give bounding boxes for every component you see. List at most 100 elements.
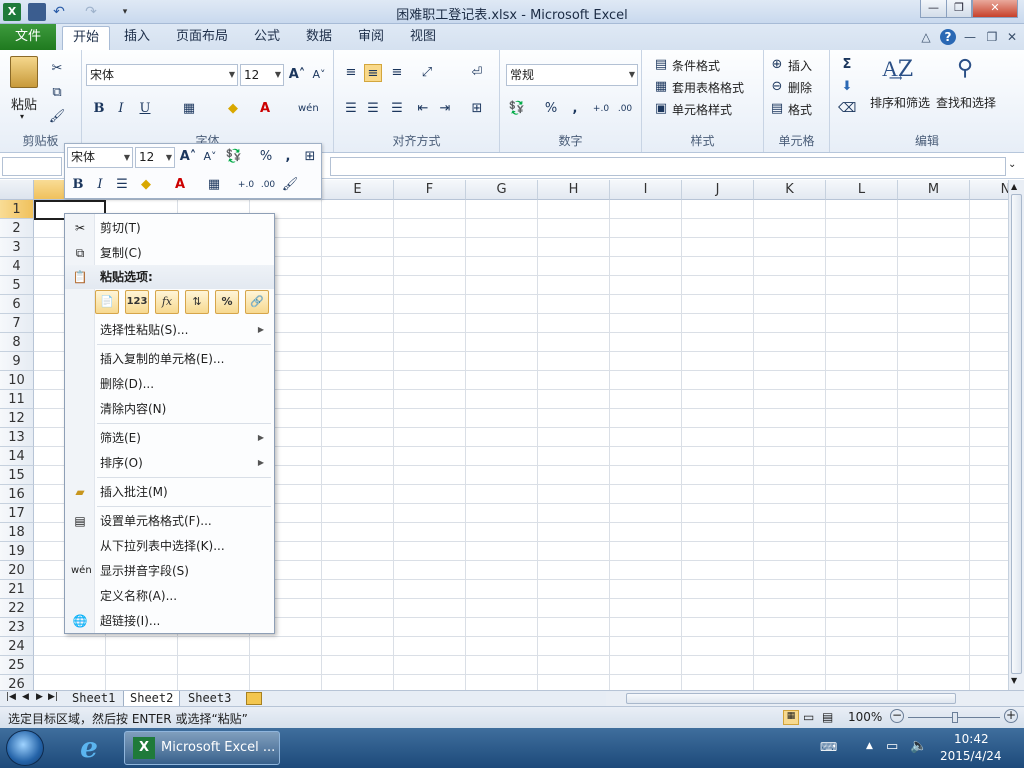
scroll-thumb[interactable] — [1011, 194, 1022, 674]
column-header[interactable]: I — [610, 180, 682, 200]
row-header[interactable]: 1 — [0, 200, 34, 219]
doc-minimize-icon[interactable]: — — [962, 29, 978, 45]
phonetic-icon[interactable]: wén — [298, 100, 319, 118]
paste-dropdown-icon[interactable]: ▾ — [20, 112, 24, 121]
align-center-icon[interactable]: ☰ — [364, 100, 382, 118]
autosum-icon[interactable]: Σ — [838, 56, 856, 74]
help-icon[interactable]: ? — [940, 29, 956, 45]
mini-fill-color-icon[interactable]: ◆ — [137, 176, 155, 194]
increase-decimal-icon[interactable]: +.0 — [592, 100, 610, 118]
start-button[interactable] — [6, 730, 44, 766]
tab-formulas[interactable]: 公式 — [244, 26, 290, 50]
row-header[interactable]: 20 — [0, 561, 34, 580]
formula-input[interactable] — [330, 157, 1006, 176]
column-header[interactable]: K — [754, 180, 826, 200]
percent-icon[interactable]: % — [542, 100, 560, 118]
mini-decrease-decimal-icon[interactable]: .00 — [259, 176, 277, 194]
first-sheet-icon[interactable]: |◀ — [6, 692, 16, 702]
increase-indent-icon[interactable]: ⇥ — [436, 100, 454, 118]
clock-time[interactable]: 10:42 — [954, 732, 989, 746]
row-header[interactable]: 16 — [0, 485, 34, 504]
row-header[interactable]: 18 — [0, 523, 34, 542]
hscroll-thumb[interactable] — [626, 693, 956, 704]
menu-item-delete[interactable]: 删除(D)... — [65, 372, 274, 396]
menu-item-cut[interactable]: ✂ 剪切(T) — [65, 216, 274, 240]
zoom-level[interactable]: 100% — [848, 710, 882, 724]
menu-item-insert-copied[interactable]: 插入复制的单元格(E)... — [65, 347, 274, 371]
shrink-font-icon[interactable]: A˅ — [310, 66, 328, 84]
orientation-icon[interactable]: ⤢ — [418, 64, 436, 82]
underline-icon[interactable]: U — [136, 100, 154, 118]
find-select-icon[interactable]: ⚲ — [950, 56, 980, 86]
close-button[interactable]: ✕ — [972, 0, 1018, 18]
row-header[interactable]: 5 — [0, 276, 34, 295]
align-top-icon[interactable]: ≡ — [342, 64, 360, 82]
row-header[interactable]: 23 — [0, 618, 34, 637]
row-header[interactable]: 13 — [0, 428, 34, 447]
row-header[interactable]: 9 — [0, 352, 34, 371]
comma-style-icon[interactable]: , — [566, 100, 584, 118]
row-header[interactable]: 19 — [0, 542, 34, 561]
show-hidden-icons[interactable]: ▲ — [866, 741, 873, 751]
accounting-format-icon[interactable]: 💱 — [508, 100, 526, 118]
volume-icon[interactable]: 🔈 — [910, 738, 927, 754]
mini-size-combo[interactable]: 12 ▼ — [135, 147, 175, 168]
row-header[interactable]: 22 — [0, 599, 34, 618]
align-middle-icon[interactable]: ≡ — [364, 64, 382, 82]
tab-view[interactable]: 视图 — [400, 26, 446, 50]
sort-filter-button[interactable]: 排序和筛选 — [870, 94, 930, 111]
normal-view-icon[interactable]: ▦ — [783, 710, 799, 725]
menu-item-filter[interactable]: 筛选(E) ▶ — [65, 426, 274, 450]
mini-percent-icon[interactable]: % — [257, 148, 275, 166]
menu-item-phonetic[interactable]: wén 显示拼音字段(S) — [65, 559, 274, 583]
menu-item-format-cells[interactable]: ▤ 设置单元格格式(F)... — [65, 509, 274, 533]
row-header[interactable]: 3 — [0, 238, 34, 257]
conditional-format-button[interactable]: 条件格式 — [672, 57, 720, 74]
paste-option-values[interactable]: 123 — [125, 290, 149, 314]
row-header[interactable]: 11 — [0, 390, 34, 409]
row-header[interactable]: 25 — [0, 656, 34, 675]
paste-button[interactable]: 粘贴 — [11, 94, 37, 113]
tab-review[interactable]: 审阅 — [348, 26, 394, 50]
align-right-icon[interactable]: ☰ — [388, 100, 406, 118]
horizontal-scrollbar[interactable] — [606, 692, 1000, 706]
internet-explorer-icon[interactable]: e — [72, 732, 106, 764]
mini-font-color-icon[interactable]: A — [171, 176, 189, 194]
align-left-icon[interactable]: ☰ — [342, 100, 360, 118]
sort-filter-icon[interactable]: A͢Z — [882, 56, 913, 86]
row-header[interactable]: 21 — [0, 580, 34, 599]
tab-home[interactable]: 开始 — [62, 26, 111, 50]
mini-comma-icon[interactable]: , — [279, 148, 297, 166]
next-sheet-icon[interactable]: ▶ — [36, 692, 43, 702]
align-bottom-icon[interactable]: ≡ — [388, 64, 406, 82]
menu-item-insert-comment[interactable]: ▰ 插入批注(M) — [65, 480, 274, 504]
row-header[interactable]: 14 — [0, 447, 34, 466]
expand-formula-bar-icon[interactable]: ⌄ — [1008, 159, 1016, 170]
zoom-out-icon[interactable]: − — [890, 709, 904, 723]
menu-item-paste-special[interactable]: 选择性粘贴(S)... ▶ — [65, 318, 274, 342]
tab-data[interactable]: 数据 — [296, 26, 342, 50]
number-format-combo[interactable]: 常规 ▼ — [506, 64, 638, 86]
paste-option-paste[interactable]: 📄 — [95, 290, 119, 314]
mini-bold-icon[interactable]: B — [69, 176, 87, 194]
scroll-down-icon[interactable]: ▼ — [1011, 676, 1017, 685]
decrease-indent-icon[interactable]: ⇤ — [414, 100, 432, 118]
column-header[interactable]: F — [394, 180, 466, 200]
menu-item-clear[interactable]: 清除内容(N) — [65, 397, 274, 421]
row-header[interactable]: 4 — [0, 257, 34, 276]
prev-sheet-icon[interactable]: ◀ — [22, 692, 29, 702]
network-icon[interactable]: ▭ — [886, 739, 898, 754]
restore-button[interactable]: ❐ — [946, 0, 972, 18]
cell-styles-button[interactable]: 单元格样式 — [672, 101, 732, 118]
paste-option-formatting[interactable]: % — [215, 290, 239, 314]
row-header[interactable]: 17 — [0, 504, 34, 523]
mini-borders-icon[interactable]: ▦ — [205, 176, 223, 194]
sheet-tab-3[interactable]: Sheet3 — [182, 691, 237, 707]
mini-increase-decimal-icon[interactable]: +.0 — [237, 176, 255, 194]
font-size-combo[interactable]: 12 ▼ — [240, 64, 284, 86]
tab-insert[interactable]: 插入 — [114, 26, 160, 50]
clock-date[interactable]: 2015/4/24 — [940, 749, 1002, 763]
grow-font-icon[interactable]: A˄ — [288, 66, 306, 84]
delete-cells-button[interactable]: 删除 — [788, 79, 812, 96]
doc-close-icon[interactable]: ✕ — [1004, 29, 1020, 45]
